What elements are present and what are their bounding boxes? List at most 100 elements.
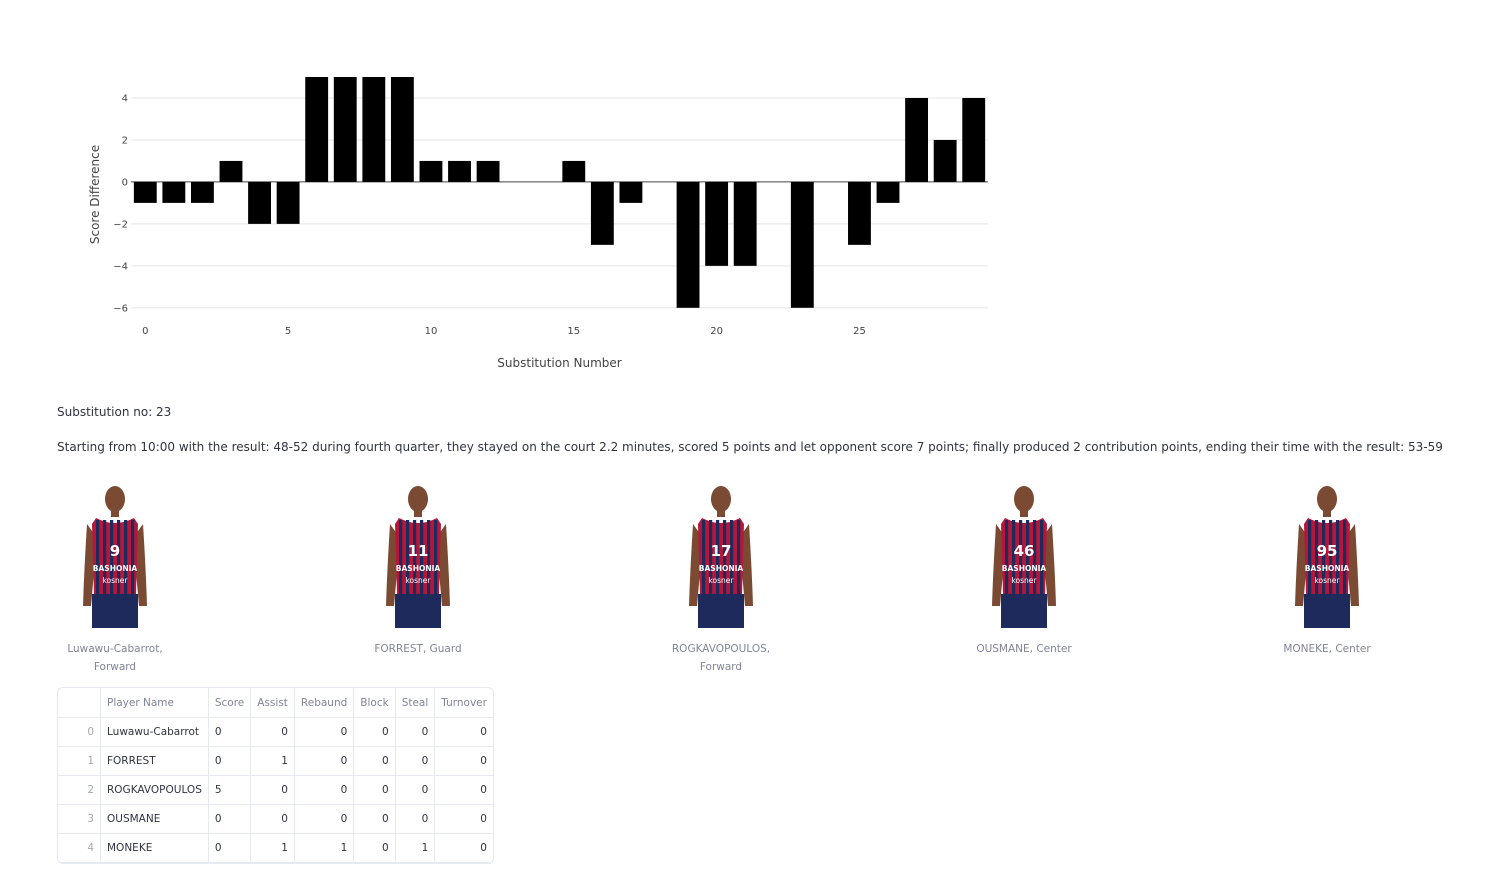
- player-caption: OUSMANE, Center: [976, 643, 1072, 655]
- x-tick-label: 0: [142, 326, 148, 337]
- column-header-player-name[interactable]: Player Name: [100, 688, 209, 718]
- block-cell[interactable]: 0: [353, 717, 396, 747]
- assist-cell[interactable]: 1: [250, 746, 295, 776]
- assist-cell[interactable]: 0: [250, 717, 295, 747]
- player-caption: MONEKE, Center: [1283, 643, 1371, 655]
- column-header-assist[interactable]: Assist: [250, 688, 295, 718]
- turnover-cell[interactable]: 0: [434, 746, 493, 776]
- player-name-cell[interactable]: Luwawu-Cabarrot: [100, 717, 209, 747]
- jersey-club-text: BASHONIA: [1002, 564, 1047, 573]
- player-name-cell[interactable]: MONEKE: [100, 833, 209, 863]
- turnover-cell[interactable]: 0: [434, 804, 493, 834]
- player-name-cell[interactable]: OUSMANE: [100, 804, 209, 834]
- player-shorts: [1304, 594, 1350, 628]
- rebaund-cell[interactable]: 1: [294, 833, 355, 863]
- score-cell[interactable]: 0: [208, 833, 252, 863]
- jersey-club-text: BASHONIA: [1305, 564, 1350, 573]
- rebaund-cell[interactable]: 0: [294, 775, 355, 805]
- bar: [390, 77, 414, 182]
- column-header-score[interactable]: Score: [208, 688, 252, 718]
- row-index: 4: [58, 833, 101, 863]
- block-cell[interactable]: 0: [353, 775, 396, 805]
- player-caption: FORREST, Guard: [374, 643, 462, 655]
- jersey-number: 9: [110, 542, 120, 560]
- player-head: [105, 486, 125, 512]
- jersey-stripe: [1308, 520, 1312, 594]
- column-header-index[interactable]: [58, 688, 101, 718]
- block-cell[interactable]: 0: [353, 746, 396, 776]
- y-tick-label: −2: [113, 219, 128, 230]
- player-photo: 46 BASHONIA kosner: [992, 486, 1056, 628]
- rebaund-cell[interactable]: 0: [294, 717, 355, 747]
- player-caption: Luwawu-Cabarrot, Forward: [67, 643, 163, 673]
- player-head: [1014, 486, 1034, 512]
- player-card: 46 BASHONIA kosner OUSMANE, Center: [954, 482, 1094, 658]
- turnover-cell[interactable]: 0: [434, 833, 493, 863]
- table-row[interactable]: 4 MONEKE 0 1 1 0 1 0: [58, 833, 493, 863]
- player-neck: [717, 509, 725, 517]
- jersey-sponsor-text: kosner: [708, 576, 734, 585]
- jersey-sponsor-text: kosner: [1314, 576, 1340, 585]
- bar: [848, 181, 871, 245]
- turnover-cell[interactable]: 0: [434, 717, 493, 747]
- steal-cell[interactable]: 1: [395, 833, 436, 863]
- player-shorts: [1001, 594, 1047, 628]
- column-header-block[interactable]: Block: [353, 688, 396, 718]
- player-head: [408, 486, 428, 512]
- jersey-stripe: [434, 520, 438, 594]
- jersey-number: 17: [711, 542, 732, 560]
- steal-cell[interactable]: 0: [395, 717, 436, 747]
- player-head: [711, 486, 731, 512]
- jersey-stripe: [96, 520, 100, 594]
- jersey-stripe: [737, 520, 741, 594]
- table-row[interactable]: 2 ROGKAVOPOULOS 5 0 0 0 0 0: [58, 775, 493, 805]
- bar: [676, 181, 700, 308]
- jersey-club-text: BASHONIA: [93, 564, 138, 573]
- rebaund-cell[interactable]: 0: [294, 804, 355, 834]
- block-cell[interactable]: 0: [353, 804, 396, 834]
- player-stats-table[interactable]: Player Name Score Assist Rebaund Block S…: [57, 687, 494, 864]
- player-name-cell[interactable]: ROGKAVOPOULOS: [100, 775, 209, 805]
- jersey-club-text: BASHONIA: [396, 564, 441, 573]
- steal-cell[interactable]: 0: [395, 804, 436, 834]
- player-neck: [1323, 509, 1331, 517]
- column-header-rebaund[interactable]: Rebaund: [294, 688, 355, 718]
- table-row[interactable]: 0 Luwawu-Cabarrot 0 0 0 0 0 0: [58, 717, 493, 747]
- bar: [619, 181, 643, 203]
- y-tick-label: 4: [122, 93, 128, 104]
- x-tick-label: 10: [425, 326, 438, 337]
- player-head: [1317, 486, 1337, 512]
- jersey-sponsor-text: kosner: [102, 576, 128, 585]
- assist-cell[interactable]: 0: [250, 775, 295, 805]
- rebaund-cell[interactable]: 0: [294, 746, 355, 776]
- assist-cell[interactable]: 0: [250, 804, 295, 834]
- column-header-steal[interactable]: Steal: [395, 688, 436, 718]
- table-row[interactable]: 1 FORREST 0 1 0 0 0 0: [58, 746, 493, 776]
- turnover-cell[interactable]: 0: [434, 775, 493, 805]
- score-difference-chart[interactable]: −6 −4 −2 0 2 4 0 5 10 15 20 25 Substitution Number Sc…: [0, 0, 1000, 380]
- bar: [590, 181, 614, 245]
- jersey-number: 46: [1014, 542, 1035, 560]
- score-cell[interactable]: 0: [208, 804, 252, 834]
- bar: [790, 181, 814, 308]
- score-cell[interactable]: 0: [208, 717, 252, 747]
- score-cell[interactable]: 5: [208, 775, 252, 805]
- player-name-cell[interactable]: FORREST: [100, 746, 209, 776]
- jersey-stripe: [1040, 520, 1044, 594]
- score-cell[interactable]: 0: [208, 746, 252, 776]
- player-photo: 9 BASHONIA kosner: [83, 486, 147, 628]
- bar: [276, 181, 300, 224]
- block-cell[interactable]: 0: [353, 833, 396, 863]
- steal-cell[interactable]: 0: [395, 775, 436, 805]
- bar: [905, 97, 929, 182]
- steal-cell[interactable]: 0: [395, 746, 436, 776]
- column-header-turnover[interactable]: Turnover: [434, 688, 493, 718]
- jersey-stripe: [702, 520, 706, 594]
- row-index: 3: [58, 804, 101, 834]
- bar: [362, 77, 386, 182]
- assist-cell[interactable]: 1: [250, 833, 295, 863]
- table-header-row: Player Name Score Assist Rebaund Block S…: [58, 688, 493, 718]
- bar: [248, 181, 271, 224]
- bar: [448, 160, 471, 182]
- table-row[interactable]: 3 OUSMANE 0 0 0 0 0 0: [58, 804, 493, 834]
